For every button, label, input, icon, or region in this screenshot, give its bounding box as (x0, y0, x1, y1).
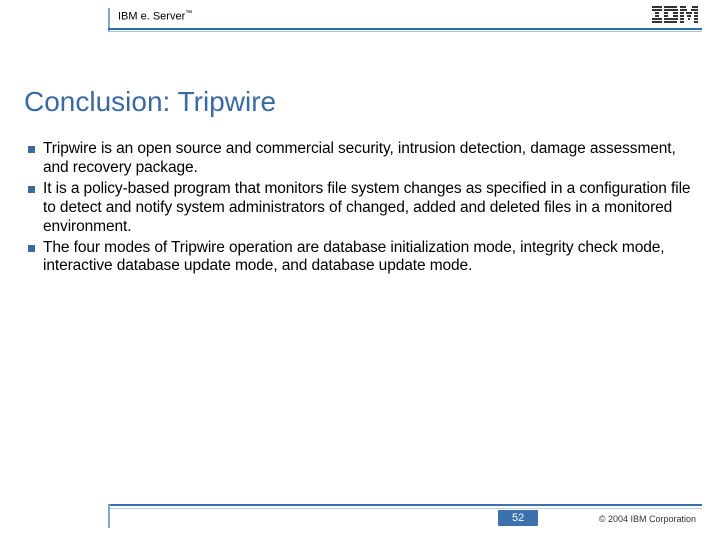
body: Tripwire is an open source and commercia… (28, 140, 692, 278)
header: IBM e. Server™ (0, 0, 720, 40)
bullet-item: The four modes of Tripwire operation are… (28, 239, 692, 277)
bullet-text: Tripwire is an open source and commercia… (43, 140, 692, 178)
header-rule (108, 28, 702, 30)
copyright-text: © 2004 IBM Corporation (599, 514, 696, 524)
bullet-square-icon (28, 245, 35, 252)
bullet-item: It is a policy-based program that monito… (28, 180, 692, 237)
brand-prefix: IBM e. Server (118, 11, 185, 23)
bullet-square-icon (28, 186, 35, 193)
brand-tm: ™ (185, 10, 192, 17)
brand-text: IBM e. Server™ (118, 10, 192, 23)
page-number: 52 (498, 510, 538, 526)
bullet-item: Tripwire is an open source and commercia… (28, 140, 692, 178)
footer-accent-tick (108, 504, 110, 528)
bullet-text: It is a policy-based program that monito… (43, 180, 692, 237)
ibm-logo-icon (652, 6, 698, 24)
footer-rule (108, 504, 702, 506)
footer-rule-thin (108, 508, 702, 509)
bullet-text: The four modes of Tripwire operation are… (43, 239, 692, 277)
slide-title: Conclusion: Tripwire (24, 86, 276, 118)
header-rule-thin (108, 31, 702, 32)
slide: IBM e. Server™ (0, 0, 720, 540)
bullet-square-icon (28, 146, 35, 153)
